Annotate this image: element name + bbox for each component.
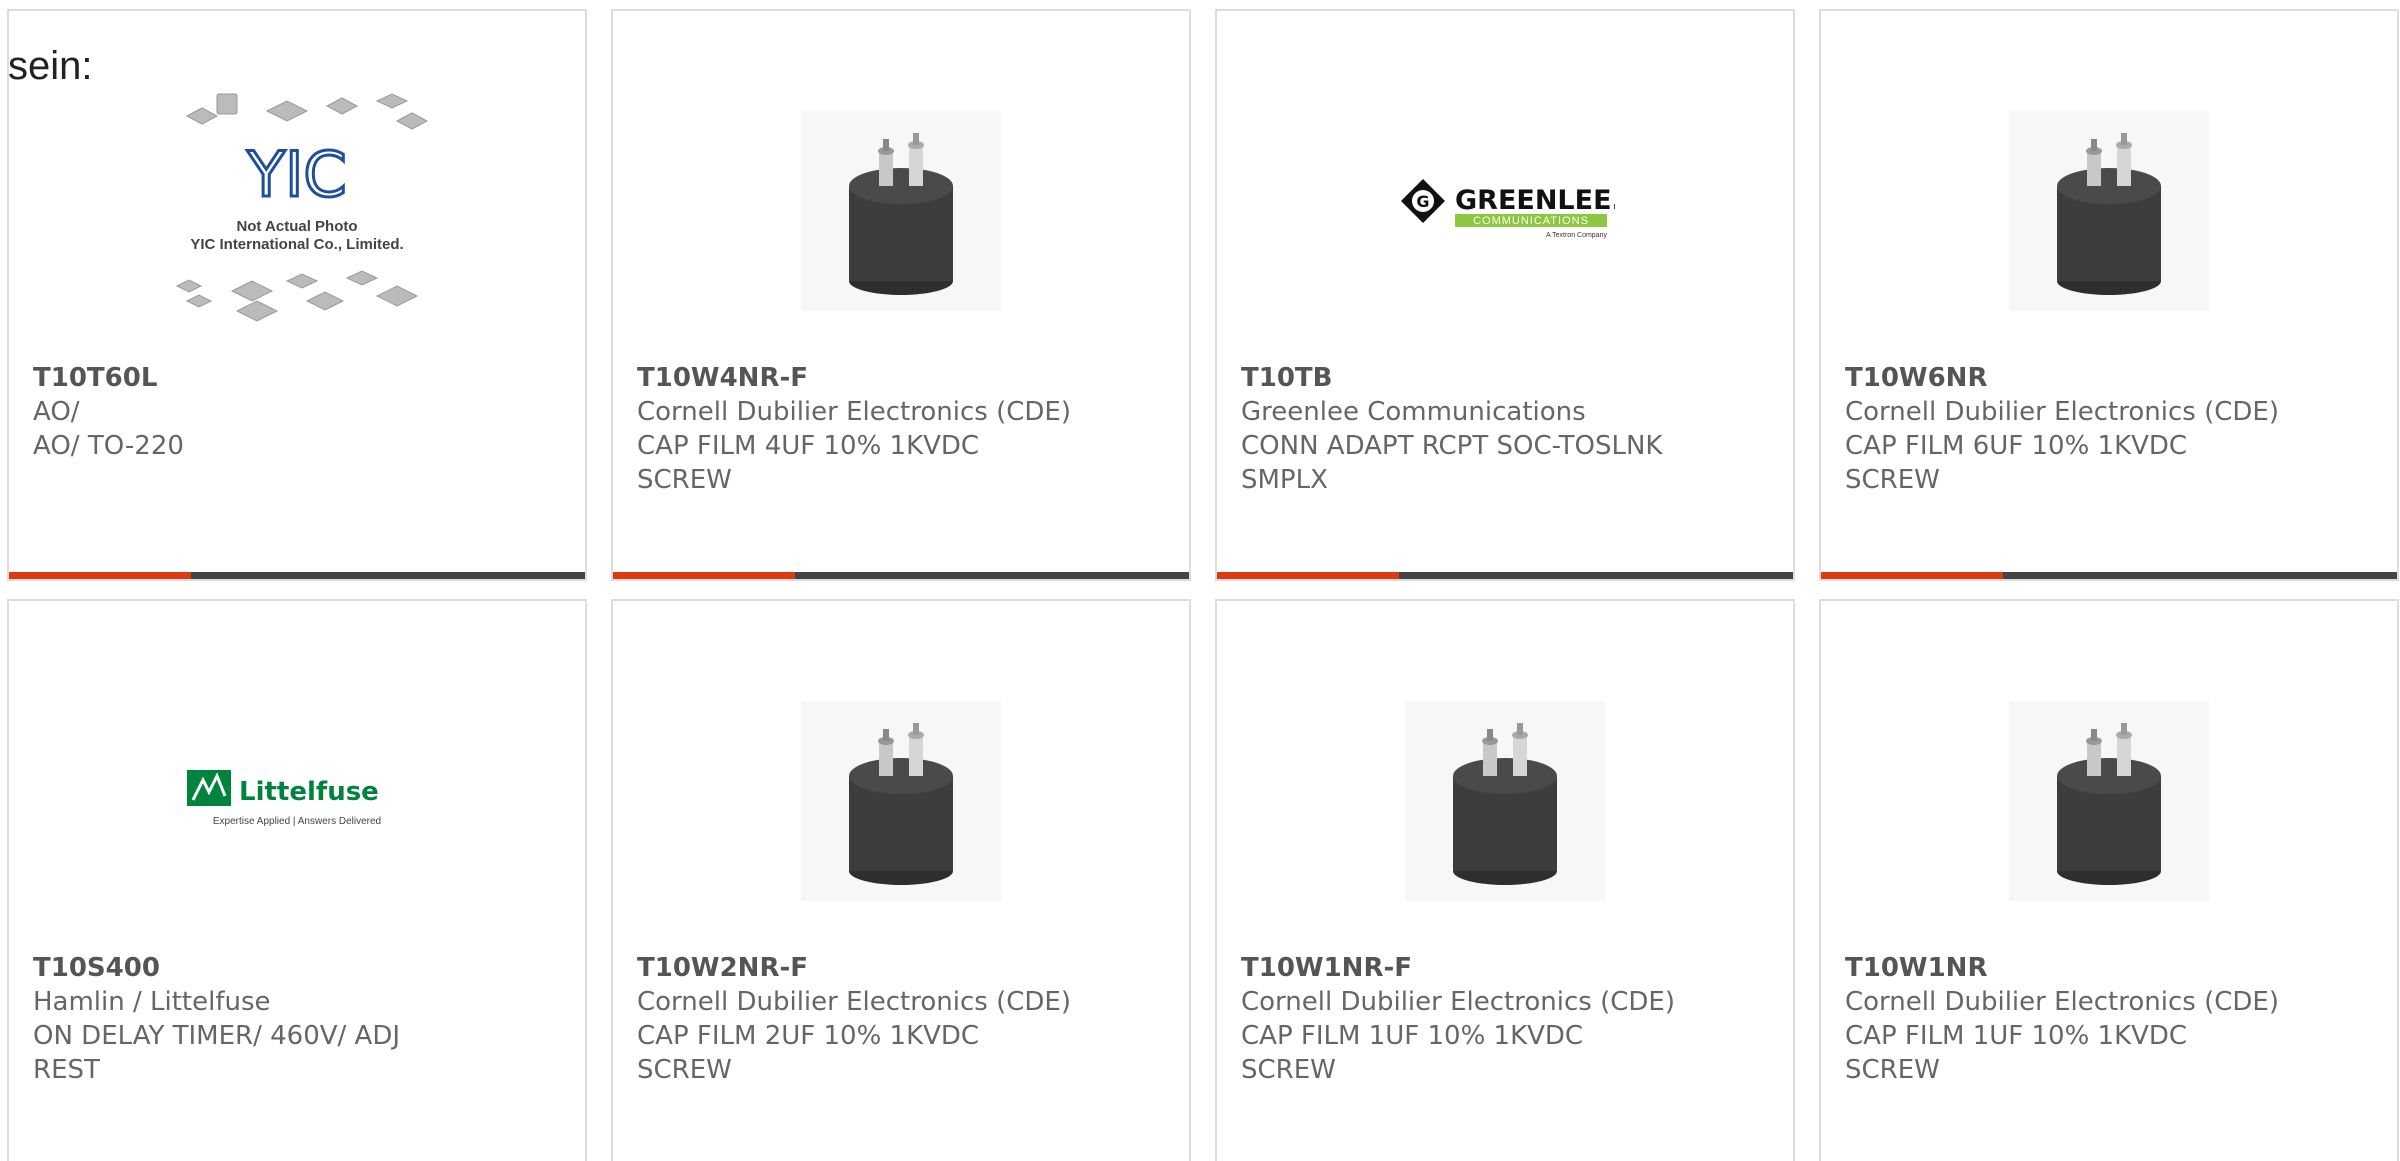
card-bottom-bar	[1217, 572, 1793, 579]
littelfuse-logo: Littelfuse Expertise Applied | Answers D…	[187, 770, 381, 827]
svg-text:G: G	[1416, 192, 1429, 211]
image-caption-2: YIC International Co., Limited.	[190, 236, 403, 253]
capacitor-image	[801, 111, 1001, 311]
part-number[interactable]: T10S400	[33, 951, 569, 985]
part-number[interactable]: T10W6NR	[1845, 361, 2381, 395]
card-bottom-bar	[9, 572, 585, 579]
part-number[interactable]: T10T60L	[33, 361, 569, 395]
product-card[interactable]: T10W1NR Cornell Dubilier Electronics (CD…	[1819, 599, 2399, 1161]
card-bar-accent	[1821, 572, 2003, 579]
part-number[interactable]: T10W4NR-F	[637, 361, 1173, 395]
svg-text:GREENLEE.: GREENLEE.	[1455, 185, 1615, 216]
capacitor-image	[2009, 111, 2209, 311]
description: CAP FILM 2UF 10% 1KVDC	[637, 1021, 980, 1051]
product-card[interactable]: YIC Not Actual Photo YIC International C…	[7, 9, 587, 581]
manufacturer: Greenlee Communications	[1241, 397, 1586, 427]
product-info: T10S400 Hamlin / Littelfuse ON DELAY TIM…	[33, 951, 569, 1087]
card-bar-accent	[1217, 572, 1399, 579]
card-bar-accent	[613, 572, 795, 579]
description: CAP FILM 1UF 10% 1KVDC	[1241, 1021, 1584, 1051]
description-line-2: SCREW	[1241, 1055, 1336, 1085]
description: CAP FILM 6UF 10% 1KVDC	[1845, 431, 2188, 461]
product-info: T10W1NR Cornell Dubilier Electronics (CD…	[1845, 951, 2381, 1087]
capacitor-image	[1405, 701, 1605, 901]
product-image-capacitor	[613, 66, 1189, 356]
product-card[interactable]: T10W1NR-F Cornell Dubilier Electronics (…	[1215, 599, 1795, 1161]
product-image-capacitor	[613, 656, 1189, 946]
manufacturer: Hamlin / Littelfuse	[33, 987, 271, 1017]
product-image-yic-placeholder: YIC Not Actual Photo YIC International C…	[9, 66, 585, 356]
description-line-2: SCREW	[637, 1055, 732, 1085]
description-line-2: REST	[33, 1055, 100, 1085]
manufacturer: Cornell Dubilier Electronics (CDE)	[1241, 987, 1675, 1017]
svg-text:Expertise Applied | Answers De: Expertise Applied | Answers Delivered	[213, 816, 381, 827]
description: CAP FILM 4UF 10% 1KVDC	[637, 431, 980, 461]
product-image-capacitor	[1821, 656, 2397, 946]
lead-text: sein:	[8, 44, 93, 88]
product-card[interactable]: Littelfuse Expertise Applied | Answers D…	[7, 599, 587, 1161]
product-info: T10W2NR-F Cornell Dubilier Electronics (…	[637, 951, 1173, 1087]
description: ON DELAY TIMER/ 460V/ ADJ	[33, 1021, 401, 1051]
greenlee-logo: G GREENLEE. COMMUNICATIONS A Textron Com…	[1401, 179, 1615, 239]
product-image-capacitor	[1821, 66, 2397, 356]
yic-logo: YIC	[246, 138, 346, 211]
product-grid-page: sein: YIC Not Actual Photo YIC Internati…	[0, 0, 2400, 1161]
card-bottom-bar	[1821, 572, 2397, 579]
svg-text:A Textron Company: A Textron Company	[1546, 232, 1607, 239]
manufacturer: Cornell Dubilier Electronics (CDE)	[1845, 397, 2279, 427]
product-info: T10W6NR Cornell Dubilier Electronics (CD…	[1845, 361, 2381, 497]
product-card[interactable]: T10W4NR-F Cornell Dubilier Electronics (…	[611, 9, 1191, 581]
manufacturer: Cornell Dubilier Electronics (CDE)	[637, 987, 1071, 1017]
capacitor-image	[2009, 701, 2209, 901]
product-card[interactable]: G GREENLEE. COMMUNICATIONS A Textron Com…	[1215, 9, 1795, 581]
svg-text:COMMUNICATIONS: COMMUNICATIONS	[1473, 215, 1589, 227]
product-image-littelfuse-logo: Littelfuse Expertise Applied | Answers D…	[9, 656, 585, 946]
part-number[interactable]: T10W1NR	[1845, 951, 2381, 985]
manufacturer: Cornell Dubilier Electronics (CDE)	[1845, 987, 2279, 1017]
description: AO/ TO-220	[33, 431, 184, 461]
manufacturer: Cornell Dubilier Electronics (CDE)	[637, 397, 1071, 427]
image-caption-1: Not Actual Photo	[236, 218, 357, 235]
description: CONN ADAPT RCPT SOC-TOSLNK	[1241, 431, 1663, 461]
product-image-greenlee-logo: G GREENLEE. COMMUNICATIONS A Textron Com…	[1217, 66, 1793, 356]
description-line-2: SCREW	[637, 465, 732, 495]
capacitor-image	[801, 701, 1001, 901]
svg-text:Littelfuse: Littelfuse	[239, 777, 379, 807]
product-card[interactable]: T10W2NR-F Cornell Dubilier Electronics (…	[611, 599, 1191, 1161]
card-bottom-bar	[613, 572, 1189, 579]
part-number[interactable]: T10W1NR-F	[1241, 951, 1777, 985]
product-image-capacitor	[1217, 656, 1793, 946]
description: CAP FILM 1UF 10% 1KVDC	[1845, 1021, 2188, 1051]
product-info: T10W1NR-F Cornell Dubilier Electronics (…	[1241, 951, 1777, 1087]
product-info: T10W4NR-F Cornell Dubilier Electronics (…	[637, 361, 1173, 497]
manufacturer: AO/	[33, 397, 80, 427]
part-number[interactable]: T10W2NR-F	[637, 951, 1173, 985]
description-line-2: SMPLX	[1241, 465, 1328, 495]
description-line-2: SCREW	[1845, 465, 1940, 495]
product-card[interactable]: T10W6NR Cornell Dubilier Electronics (CD…	[1819, 9, 2399, 581]
product-info: T10T60L AO/ AO/ TO-220	[33, 361, 569, 463]
description-line-2: SCREW	[1845, 1055, 1940, 1085]
card-bar-accent	[9, 572, 191, 579]
part-number[interactable]: T10TB	[1241, 361, 1777, 395]
product-info: T10TB Greenlee Communications CONN ADAPT…	[1241, 361, 1777, 497]
